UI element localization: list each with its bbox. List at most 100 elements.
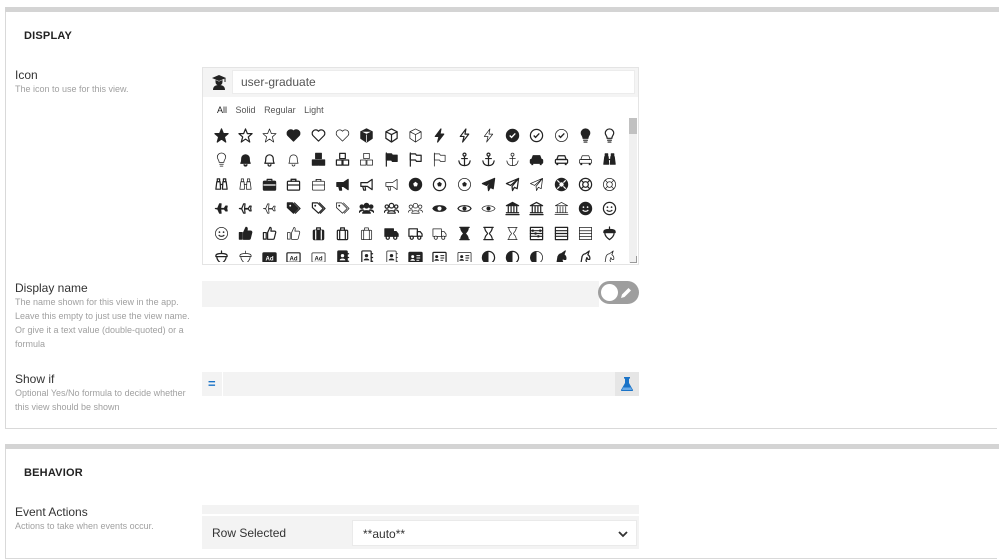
icon-search-input[interactable]: [232, 70, 635, 94]
users-icon[interactable]: [380, 198, 402, 220]
suitcase-icon[interactable]: [307, 222, 329, 244]
cubes-icon[interactable]: [356, 149, 378, 171]
hourglass-icon[interactable]: [502, 222, 524, 244]
resize-handle[interactable]: [630, 256, 637, 263]
lightbulb-icon[interactable]: [575, 124, 597, 146]
filter-regular[interactable]: Regular: [264, 105, 296, 115]
heart-icon[interactable]: [307, 124, 329, 146]
star-icon[interactable]: [210, 124, 232, 146]
truck-icon[interactable]: [429, 222, 451, 244]
tags-icon[interactable]: [283, 198, 305, 220]
adjust-icon[interactable]: [502, 247, 524, 262]
abacus-icon[interactable]: [550, 222, 572, 244]
smile-icon[interactable]: [210, 222, 232, 244]
bullhorn-icon[interactable]: [332, 173, 354, 195]
address-book-icon[interactable]: [332, 247, 354, 262]
alicorn-icon[interactable]: [550, 247, 572, 262]
lightbulb-icon[interactable]: [599, 124, 621, 146]
heart-icon[interactable]: [283, 124, 305, 146]
acorn-icon[interactable]: [599, 222, 621, 244]
address-card-icon[interactable]: [404, 247, 426, 262]
plane-icon[interactable]: [234, 198, 256, 220]
show-if-input[interactable]: =: [202, 372, 639, 396]
hourglass-icon[interactable]: [477, 222, 499, 244]
binoculars-icon[interactable]: [210, 173, 232, 195]
thumbs-up-icon[interactable]: [259, 222, 281, 244]
eye-icon[interactable]: [429, 198, 451, 220]
ad-icon[interactable]: Ad: [307, 247, 329, 262]
row-selected-dropdown[interactable]: **auto**: [352, 520, 637, 546]
bell-icon[interactable]: [259, 149, 281, 171]
smile-icon[interactable]: [575, 198, 597, 220]
users-icon[interactable]: [404, 198, 426, 220]
plane-icon[interactable]: [259, 198, 281, 220]
bell-icon[interactable]: [283, 149, 305, 171]
adjust-icon[interactable]: [526, 247, 548, 262]
filter-all[interactable]: All: [217, 105, 227, 115]
filter-light[interactable]: Light: [304, 105, 324, 115]
address-book-icon[interactable]: [380, 247, 402, 262]
icon-grid-scrollbar[interactable]: [629, 118, 637, 263]
car-icon[interactable]: [526, 149, 548, 171]
binoculars-icon[interactable]: [599, 149, 621, 171]
car-icon[interactable]: [550, 149, 572, 171]
abacus-icon[interactable]: [575, 222, 597, 244]
binoculars-icon[interactable]: [234, 173, 256, 195]
star-icon[interactable]: [234, 124, 256, 146]
display-name-input[interactable]: [202, 281, 599, 307]
anchor-icon[interactable]: [453, 149, 475, 171]
smile-icon[interactable]: [599, 198, 621, 220]
suitcase-icon[interactable]: [356, 222, 378, 244]
car-icon[interactable]: [575, 149, 597, 171]
flag-icon[interactable]: [429, 149, 451, 171]
cubes-icon[interactable]: [307, 149, 329, 171]
star-icon[interactable]: [259, 124, 281, 146]
ad-icon[interactable]: Ad: [259, 247, 281, 262]
plane-icon[interactable]: [210, 198, 232, 220]
university-icon[interactable]: [550, 198, 572, 220]
flag-icon[interactable]: [380, 149, 402, 171]
bullhorn-icon[interactable]: [356, 173, 378, 195]
briefcase-icon[interactable]: [283, 173, 305, 195]
truck-icon[interactable]: [380, 222, 402, 244]
acorn-icon[interactable]: [210, 247, 232, 262]
expression-assistant-button[interactable]: [615, 372, 639, 396]
alicorn-icon[interactable]: [599, 247, 621, 262]
futbol-icon[interactable]: [429, 173, 451, 195]
alicorn-icon[interactable]: [575, 247, 597, 262]
ad-icon[interactable]: Ad: [283, 247, 305, 262]
life-ring-icon[interactable]: [599, 173, 621, 195]
futbol-icon[interactable]: [404, 173, 426, 195]
bolt-icon[interactable]: [453, 124, 475, 146]
university-icon[interactable]: [526, 198, 548, 220]
check-circle-icon[interactable]: [550, 124, 572, 146]
cube-icon[interactable]: [404, 124, 426, 146]
thumbs-up-icon[interactable]: [234, 222, 256, 244]
lightbulb-icon[interactable]: [210, 149, 232, 171]
abacus-icon[interactable]: [526, 222, 548, 244]
address-book-icon[interactable]: [356, 247, 378, 262]
tags-icon[interactable]: [307, 198, 329, 220]
heart-icon[interactable]: [332, 124, 354, 146]
futbol-icon[interactable]: [453, 173, 475, 195]
flag-icon[interactable]: [404, 149, 426, 171]
tags-icon[interactable]: [332, 198, 354, 220]
filter-solid[interactable]: Solid: [236, 105, 256, 115]
paper-plane-icon[interactable]: [477, 173, 499, 195]
truck-icon[interactable]: [404, 222, 426, 244]
address-card-icon[interactable]: [429, 247, 451, 262]
cube-icon[interactable]: [356, 124, 378, 146]
briefcase-icon[interactable]: [259, 173, 281, 195]
thumbs-up-icon[interactable]: [283, 222, 305, 244]
paper-plane-icon[interactable]: [502, 173, 524, 195]
life-ring-icon[interactable]: [575, 173, 597, 195]
check-circle-icon[interactable]: [502, 124, 524, 146]
formula-toggle[interactable]: [598, 281, 639, 304]
icon-grid-scroll-thumb[interactable]: [629, 118, 637, 134]
cube-icon[interactable]: [380, 124, 402, 146]
bell-icon[interactable]: [234, 149, 256, 171]
briefcase-icon[interactable]: [307, 173, 329, 195]
bolt-icon[interactable]: [429, 124, 451, 146]
check-circle-icon[interactable]: [526, 124, 548, 146]
users-icon[interactable]: [356, 198, 378, 220]
